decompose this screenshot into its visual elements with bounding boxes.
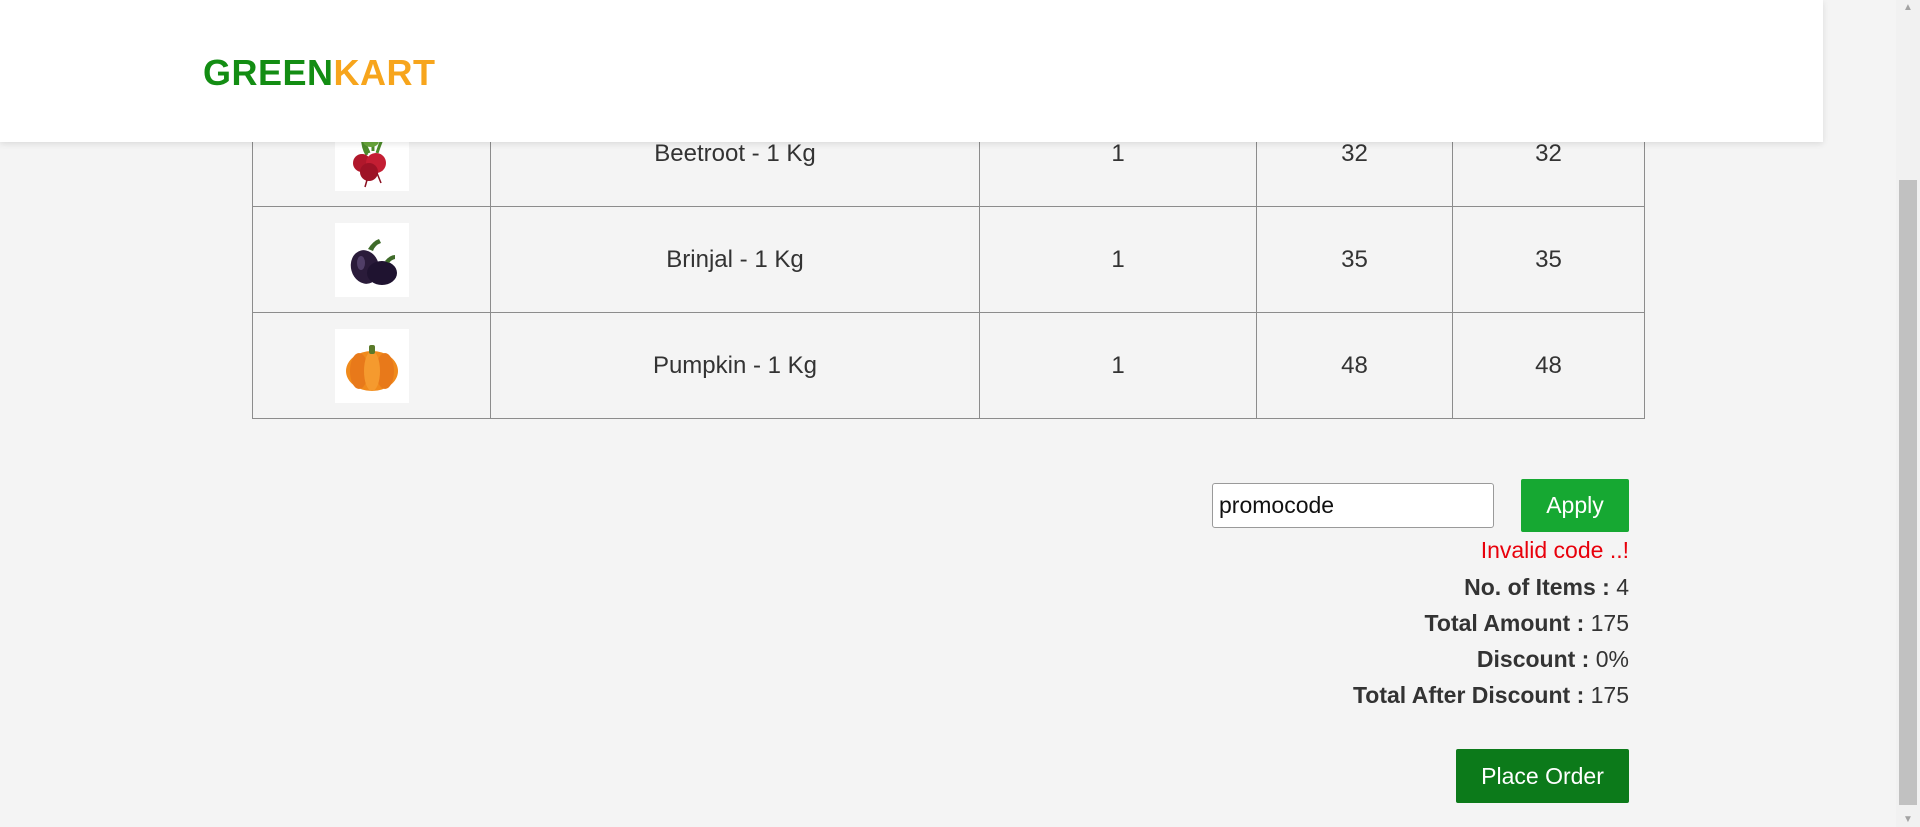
items-label: No. of Items :	[1464, 574, 1610, 600]
product-price: 48	[1256, 312, 1453, 419]
product-quantity: 1	[979, 206, 1257, 313]
summary-items-row: No. of Items : 4	[1353, 572, 1629, 608]
product-total: 35	[1452, 206, 1645, 313]
amount-value: 175	[1590, 610, 1629, 636]
vertical-scrollbar[interactable]: ▲ ▼	[1896, 0, 1920, 827]
summary-after-discount-row: Total After Discount : 175	[1353, 680, 1629, 716]
table-row: Brinjal - 1 Kg 1 35 35	[252, 206, 1645, 313]
scroll-down-arrow-icon[interactable]: ▼	[1896, 814, 1920, 825]
brinjal-icon	[334, 222, 409, 297]
table-row: Pumpkin - 1 Kg 1 48 48	[252, 312, 1645, 419]
logo-green-text: GREEN	[203, 52, 334, 93]
discount-value: 0%	[1595, 646, 1629, 672]
items-value: 4	[1616, 574, 1629, 600]
product-quantity: 1	[979, 312, 1257, 419]
product-image-cell	[252, 206, 491, 313]
product-name: Pumpkin - 1 Kg	[490, 312, 980, 419]
cart-table: Beetroot - 1 Kg 1 32 32 Brinjal - 1 Kg 1	[252, 100, 1645, 419]
product-image-cell	[252, 312, 491, 419]
logo-kart-text: KART	[333, 52, 436, 93]
product-name: Brinjal - 1 Kg	[490, 206, 980, 313]
product-total: 48	[1452, 312, 1645, 419]
scroll-up-arrow-icon[interactable]: ▲	[1896, 2, 1920, 13]
pumpkin-icon	[334, 328, 409, 403]
summary-discount-row: Discount : 0%	[1353, 644, 1629, 680]
amount-label: Total Amount :	[1424, 610, 1585, 636]
site-header: GREENKART	[0, 0, 1823, 142]
summary-amount-row: Total Amount : 175	[1353, 608, 1629, 644]
product-price: 35	[1256, 206, 1453, 313]
greenkart-logo[interactable]: GREENKART	[203, 52, 436, 94]
after-discount-label: Total After Discount :	[1352, 682, 1585, 708]
apply-promo-button[interactable]: Apply	[1521, 479, 1629, 532]
discount-label: Discount :	[1476, 646, 1590, 672]
after-discount-value: 175	[1590, 682, 1629, 708]
order-summary: No. of Items : 4 Total Amount : 175 Disc…	[1353, 572, 1629, 716]
promo-code-input[interactable]	[1212, 483, 1494, 528]
promo-error-message: Invalid code ..!	[1480, 537, 1629, 563]
place-order-button[interactable]: Place Order	[1456, 749, 1629, 803]
scrollbar-thumb[interactable]	[1899, 180, 1917, 805]
